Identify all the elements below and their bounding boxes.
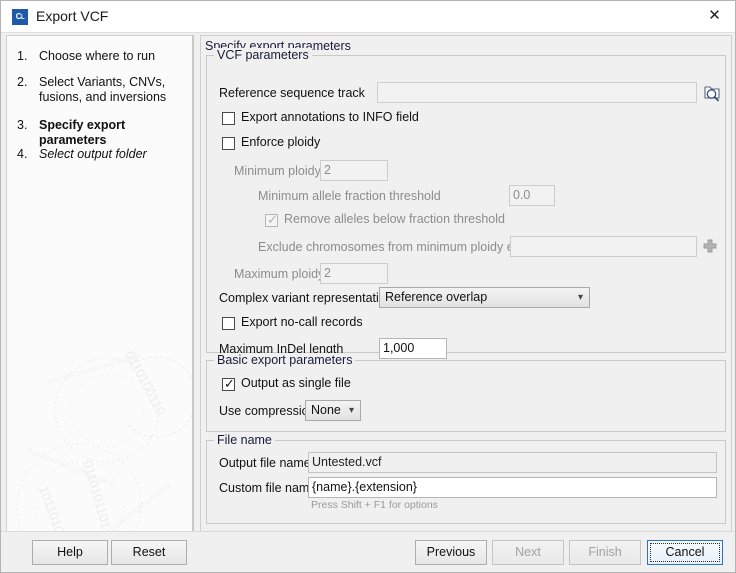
group-legend: VCF parameters bbox=[214, 48, 312, 62]
vcf-parameters-group: VCF parameters Reference sequence track … bbox=[206, 55, 726, 353]
titlebar: CL Export VCF ✕ bbox=[1, 1, 736, 33]
export-vcf-dialog: CL Export VCF ✕ 0110100110 0110101101 10… bbox=[0, 0, 736, 573]
svg-text:0110101101: 0110101101 bbox=[80, 459, 114, 531]
close-icon[interactable]: ✕ bbox=[692, 1, 736, 31]
complex-variant-representation-select[interactable]: Reference overlap ▾ bbox=[379, 287, 590, 308]
group-legend: File name bbox=[214, 433, 275, 447]
dialog-button-bar: Help Reset Previous Next Finish Cancel bbox=[1, 531, 735, 572]
chevron-down-icon: ▾ bbox=[578, 288, 583, 308]
step-number: 2. bbox=[17, 75, 33, 89]
sidebar-step-1[interactable]: 1. Choose where to run bbox=[17, 49, 187, 64]
maximum-indel-length-input[interactable]: 1,000 bbox=[379, 338, 447, 359]
basic-export-parameters-group: Basic export parameters ✓ Output as sing… bbox=[206, 360, 726, 432]
chevron-down-icon: ▾ bbox=[349, 401, 354, 421]
step-number: 4. bbox=[17, 147, 33, 161]
step-label: Specify export parameters bbox=[39, 118, 187, 148]
app-icon: CL bbox=[12, 9, 28, 25]
wizard-step-sidebar: 0110100110 0110101101 10110100 ACGTGACTT… bbox=[6, 35, 194, 533]
output-file-name-label: Output file name bbox=[219, 456, 311, 470]
custom-file-name-hint: Press Shift + F1 for options bbox=[311, 499, 438, 511]
step-label: Select output folder bbox=[39, 147, 187, 162]
sidebar-step-2[interactable]: 2. Select Variants, CNVs, fusions, and i… bbox=[17, 75, 187, 105]
svg-text:0110100110: 0110100110 bbox=[122, 348, 168, 417]
custom-file-name-input[interactable]: {name}.{extension} bbox=[308, 477, 717, 498]
previous-button[interactable]: Previous bbox=[415, 540, 487, 565]
complex-variant-representation-label: Complex variant representation bbox=[219, 291, 393, 305]
exclude-chromosomes-label: Exclude chromosomes from minimum ploidy … bbox=[258, 240, 541, 254]
reset-button[interactable]: Reset bbox=[111, 540, 187, 565]
step-number: 1. bbox=[17, 49, 33, 63]
minimum-allele-fraction-threshold-input: 0.0 bbox=[509, 185, 555, 206]
step-label: Choose where to run bbox=[39, 49, 187, 64]
next-button: Next bbox=[492, 540, 564, 565]
reference-sequence-track-label: Reference sequence track bbox=[219, 86, 365, 100]
cancel-button[interactable]: Cancel bbox=[647, 540, 723, 565]
sidebar-step-3[interactable]: 3. Specify export parameters bbox=[17, 118, 187, 148]
svg-text:10110100: 10110100 bbox=[36, 484, 70, 533]
remove-alleles-below-threshold-checkbox: ✓ bbox=[265, 214, 278, 227]
output-file-name-input: Untested.vcf bbox=[308, 452, 717, 473]
plus-icon bbox=[701, 237, 719, 255]
help-button[interactable]: Help bbox=[32, 540, 108, 565]
output-as-single-file-label: Output as single file bbox=[241, 376, 351, 390]
minimum-ploidy-input: 2 bbox=[320, 160, 388, 181]
check-mark-icon: ✓ bbox=[267, 213, 278, 226]
reference-sequence-track-input[interactable] bbox=[377, 82, 697, 103]
selected-value: Reference overlap bbox=[385, 290, 487, 304]
minimum-allele-fraction-threshold-label: Minimum allele fraction threshold bbox=[258, 189, 441, 203]
exclude-chromosomes-input bbox=[510, 236, 697, 257]
finish-button: Finish bbox=[569, 540, 641, 565]
file-name-group: File name Output file name Untested.vcf … bbox=[206, 440, 726, 524]
minimum-ploidy-label: Minimum ploidy bbox=[234, 164, 321, 178]
export-no-call-records-label: Export no-call records bbox=[241, 315, 363, 329]
output-as-single-file-checkbox[interactable]: ✓ bbox=[222, 378, 235, 391]
svg-text:TTCAGGCATGCCAATGCGTA: TTCAGGCATGCCAATGCGTA bbox=[105, 482, 173, 533]
export-annotations-checkbox[interactable] bbox=[222, 112, 235, 125]
check-mark-icon: ✓ bbox=[224, 377, 235, 390]
folder-search-icon[interactable] bbox=[702, 82, 722, 103]
step-label: Select Variants, CNVs, fusions, and inve… bbox=[39, 75, 187, 105]
maximum-ploidy-input: 2 bbox=[320, 263, 388, 284]
main-panel: Specify export parameters VCF parameters… bbox=[200, 35, 732, 533]
svg-text:GGATCCATTAGCCGTAGCTAACG: GGATCCATTAGCCGTAGCTAACG bbox=[26, 448, 116, 489]
step-number: 3. bbox=[17, 118, 33, 132]
sidebar-step-4[interactable]: 4. Select output folder bbox=[17, 147, 187, 162]
decorative-watermark: 0110100110 0110101101 10110100 ACGTGACTT… bbox=[6, 292, 194, 533]
window-title: Export VCF bbox=[36, 8, 108, 24]
use-compression-select[interactable]: None ▾ bbox=[305, 400, 361, 421]
svg-text:ACGTGACTTAGGCTAGCATTCGAT: ACGTGACTTAGGCTAGCATTCGAT bbox=[48, 353, 144, 386]
custom-file-name-label: Custom file name bbox=[219, 481, 316, 495]
enforce-ploidy-label: Enforce ploidy bbox=[241, 135, 320, 149]
remove-alleles-below-threshold-label: Remove alleles below fraction threshold bbox=[284, 212, 505, 226]
focus-ring bbox=[650, 543, 720, 562]
export-annotations-label: Export annotations to INFO field bbox=[241, 110, 419, 124]
group-legend: Basic export parameters bbox=[214, 353, 355, 367]
use-compression-label: Use compression bbox=[219, 404, 316, 418]
maximum-ploidy-label: Maximum ploidy bbox=[234, 267, 324, 281]
selected-value: None bbox=[311, 403, 341, 417]
enforce-ploidy-checkbox[interactable] bbox=[222, 137, 235, 150]
export-no-call-records-checkbox[interactable] bbox=[222, 317, 235, 330]
